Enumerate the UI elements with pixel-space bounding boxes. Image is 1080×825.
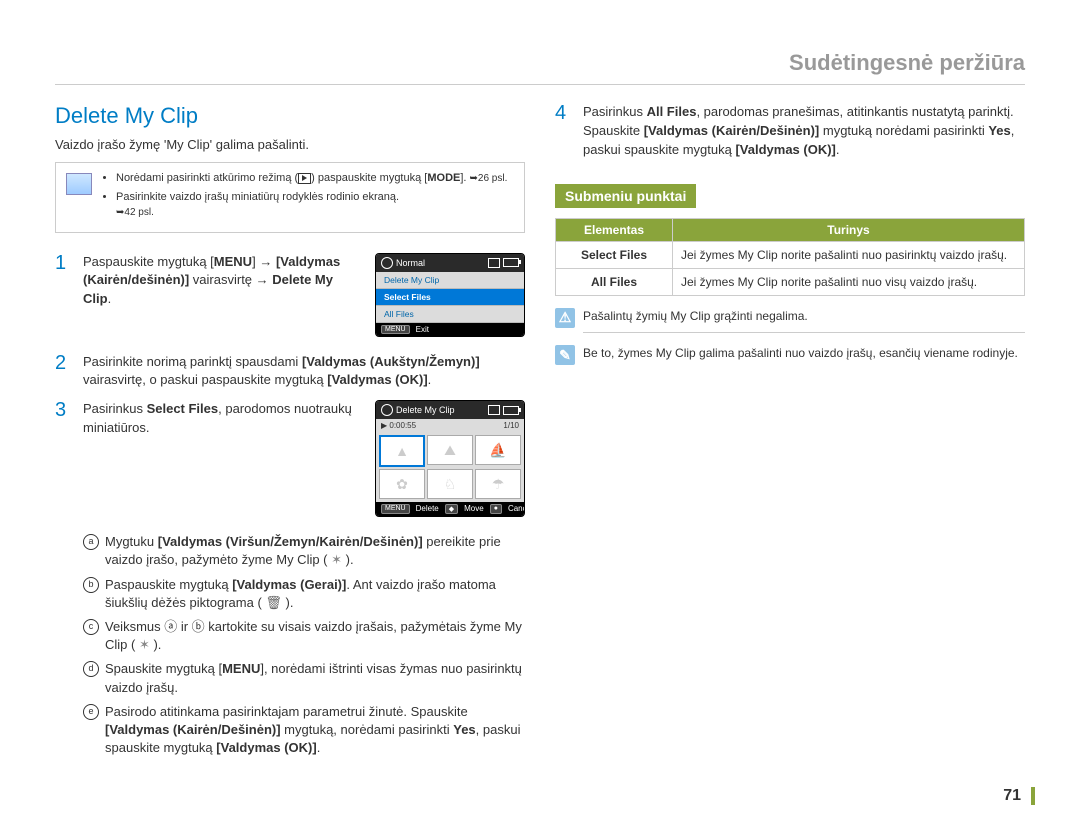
trash-icon: 🗑	[265, 595, 282, 610]
circle-c-icon: c	[83, 619, 99, 635]
circle-d-icon: d	[83, 661, 99, 677]
step-number-4: 4	[555, 103, 573, 123]
table-row: Select Files Jei žymes My Clip norite pa…	[556, 241, 1025, 268]
thumbnail: ♘	[427, 469, 473, 499]
star-icon: ✶	[331, 552, 342, 567]
osd-screenshot-2: Delete My Clip ▶ 0:00:551/10 ▲ ⛰ ⛵ ✿ ♘ ☂	[375, 400, 525, 523]
section-title: Delete My Clip	[55, 103, 525, 129]
osd-menu-item: All Files	[376, 306, 524, 323]
step-number-1: 1	[55, 253, 73, 273]
osd-menu-item-selected: Select Files	[376, 289, 524, 306]
circle-a-icon: a	[83, 534, 99, 550]
submenu-table: Elementas Turinys Select Files Jei žymes…	[555, 218, 1025, 296]
star-icon: ✶	[139, 637, 150, 652]
play-icon	[298, 173, 311, 184]
intro-text: Vaizdo įrašo žymę 'My Clip' galima pašal…	[55, 137, 525, 152]
info-note: ✎ Be to, žymes My Clip galima pašalinti …	[555, 345, 1025, 370]
step-3-body: Pasirinkus Select Files, parodomos nuotr…	[83, 400, 357, 438]
osd-menu-item: Delete My Clip	[376, 272, 524, 289]
gear-icon	[381, 257, 393, 269]
table-row: All Files Jei žymes My Clip norite pašal…	[556, 268, 1025, 295]
battery-icon	[503, 406, 519, 415]
info-box: Norėdami pasirinkti atkūrimo režimą () p…	[55, 162, 525, 233]
note-icon: ✎	[555, 345, 575, 365]
sd-card-icon	[488, 258, 500, 268]
step-4-body: Pasirinkus All Files, parodomas pranešim…	[583, 103, 1025, 160]
left-column: Delete My Clip Vaizdo įrašo žymę 'My Cli…	[55, 103, 525, 763]
circle-e-icon: e	[83, 704, 99, 720]
step-number-3: 3	[55, 400, 73, 420]
osd-screenshot-1: Normal Delete My Clip Select Files All F…	[375, 253, 525, 343]
page-header: Sudėtingesnė peržiūra	[55, 50, 1025, 85]
sub-step-list: a Mygtuku [Valdymas (Viršun/Žemyn/Kairėn…	[83, 533, 525, 757]
screen-mode-icon	[66, 173, 92, 195]
gear-icon	[381, 404, 393, 416]
table-header-content: Turinys	[673, 218, 1025, 241]
thumbnail: ▲	[379, 435, 425, 467]
page-number: 71	[1003, 787, 1035, 805]
warning-note: ⚠ Pašalintų žymių My Clip grąžinti negal…	[555, 308, 1025, 334]
thumbnail: ⛰	[427, 435, 473, 465]
warning-icon: ⚠	[555, 308, 575, 328]
step-number-2: 2	[55, 353, 73, 373]
submenu-heading: Submeniu punktai	[555, 184, 696, 208]
thumbnail: ✿	[379, 469, 425, 499]
step-2-body: Pasirinkite norimą parinktį spausdami [V…	[83, 353, 525, 391]
right-column: 4 Pasirinkus All Files, parodomas praneš…	[555, 103, 1025, 763]
sd-card-icon	[488, 405, 500, 415]
table-header-element: Elementas	[556, 218, 673, 241]
thumbnail: ⛵	[475, 435, 521, 465]
circle-b-icon: b	[83, 577, 99, 593]
thumbnail: ☂	[475, 469, 521, 499]
step-1-body: Paspauskite mygtuką [MENU] → [Valdymas (…	[83, 253, 357, 310]
battery-icon	[503, 258, 519, 267]
